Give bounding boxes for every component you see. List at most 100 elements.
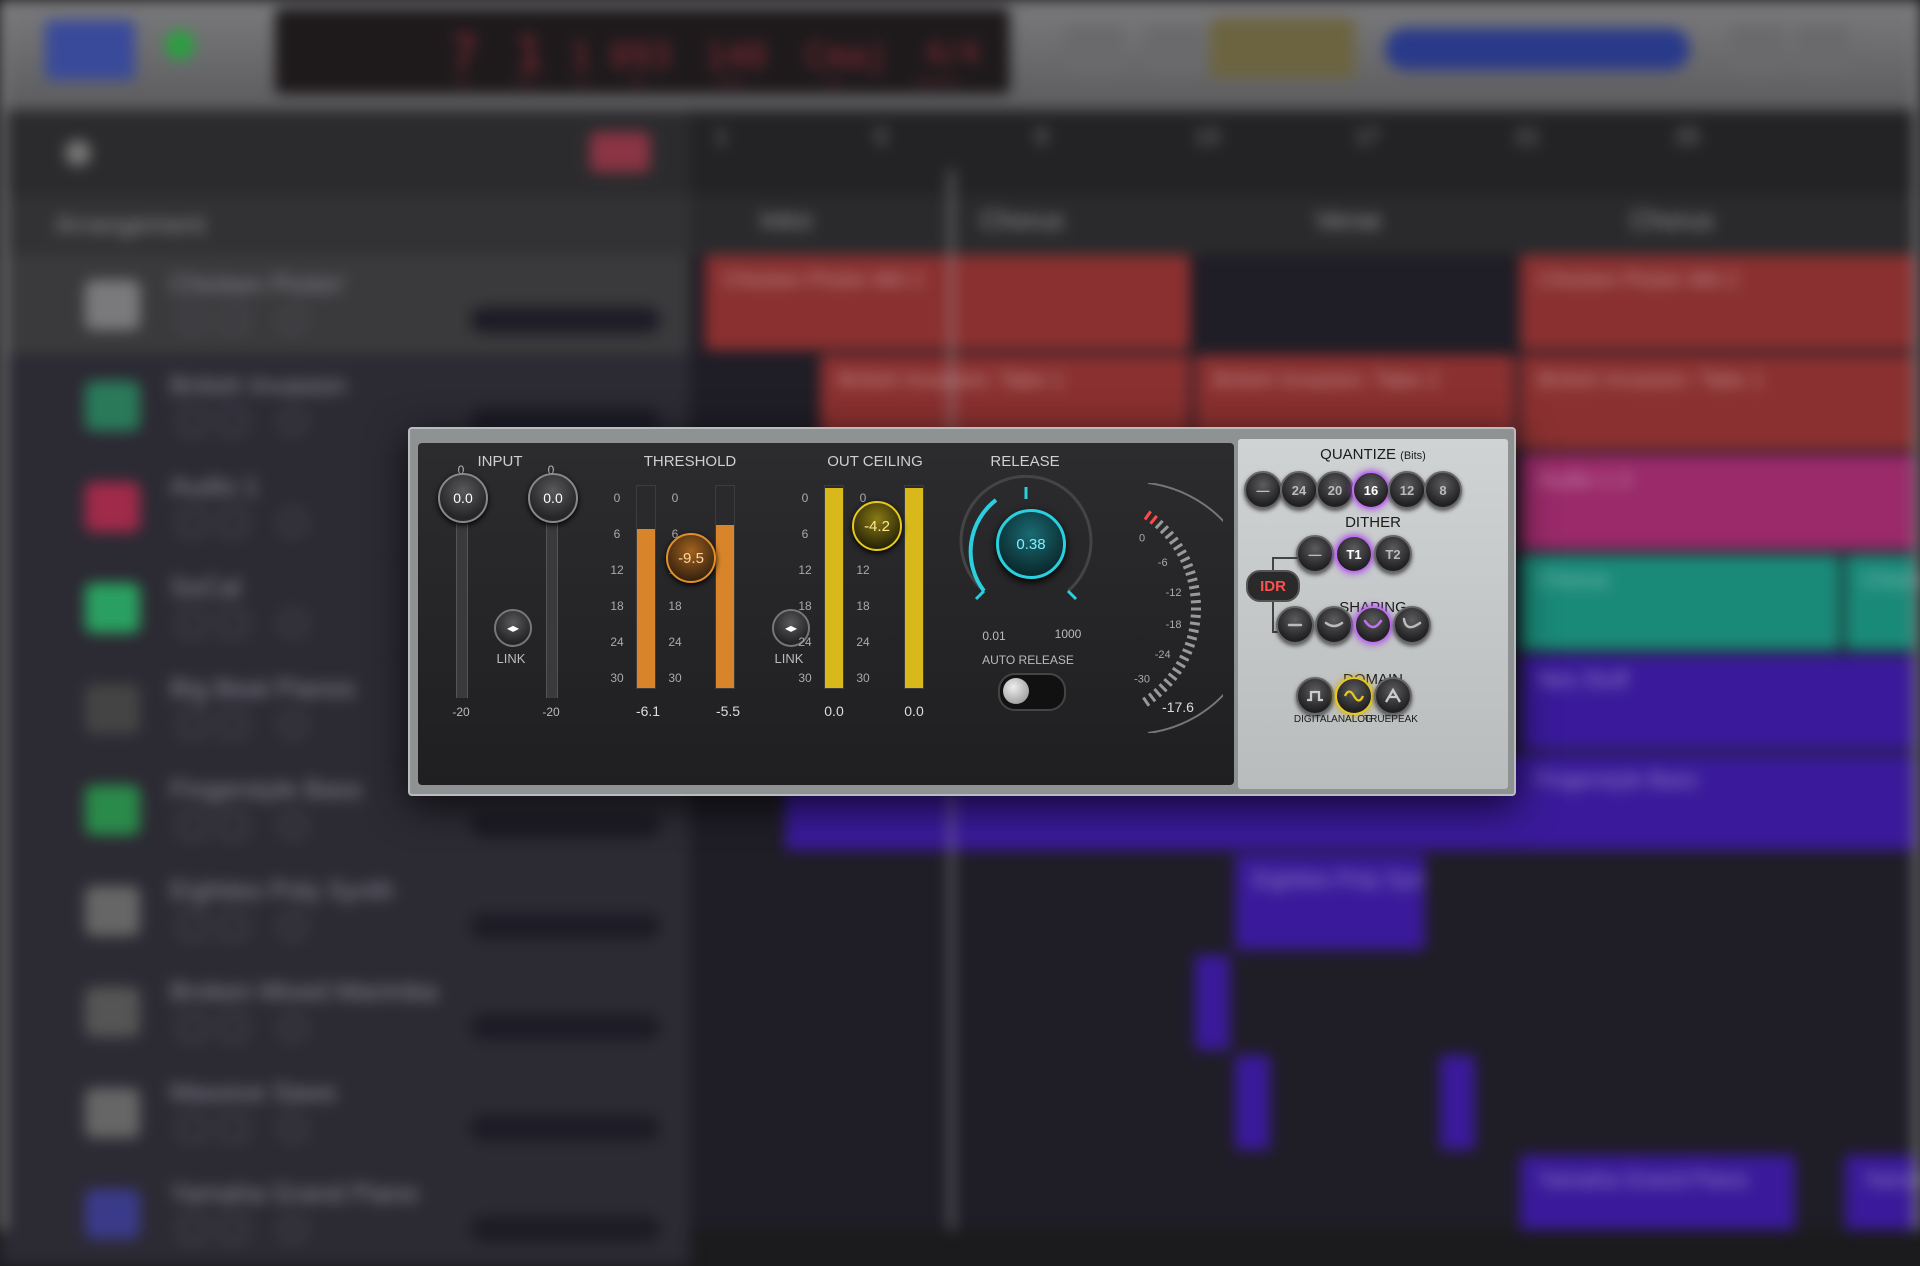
mute-button[interactable]: [180, 1216, 206, 1242]
mute-button[interactable]: [180, 509, 206, 535]
region[interactable]: Nes Stuff: [1520, 655, 1920, 750]
region[interactable]: [1235, 1055, 1270, 1150]
quantize-20-button[interactable]: 20: [1316, 471, 1354, 509]
auto-release-toggle[interactable]: [998, 673, 1066, 711]
notepad-icon[interactable]: [1730, 25, 1785, 75]
record-enable-button[interactable]: [280, 711, 306, 737]
ruler-bar-13: 13: [1195, 124, 1219, 150]
marker-chorus[interactable]: Chorus: [980, 205, 1064, 236]
quantize-off-button[interactable]: —: [1244, 471, 1282, 509]
solo-button[interactable]: [220, 1014, 246, 1040]
marker-intro[interactable]: Intro: [760, 205, 812, 236]
threshold-scale-tick: 6: [606, 527, 628, 541]
track-volume-slider[interactable]: [470, 1115, 660, 1141]
record-enable-button[interactable]: [280, 1216, 306, 1242]
domain-digital-button[interactable]: [1296, 677, 1334, 715]
region[interactable]: Chorus: [1845, 555, 1920, 650]
shaping-high-button[interactable]: [1393, 606, 1431, 644]
solo-button[interactable]: [220, 408, 246, 434]
track-header[interactable]: Broken Mixed Marimba: [0, 962, 690, 1064]
solo-button[interactable]: [220, 509, 246, 535]
track-header[interactable]: Yamaha Grand Piano: [0, 1164, 690, 1266]
track-header[interactable]: Chicken Pickin': [0, 255, 690, 357]
dither-off-button[interactable]: —: [1296, 535, 1334, 573]
input-left-fader[interactable]: 0.0: [438, 473, 488, 523]
play-button[interactable]: [45, 20, 135, 80]
quantize-24-button[interactable]: 24: [1280, 471, 1318, 509]
mute-button[interactable]: [180, 1014, 206, 1040]
marker-verse[interactable]: Verse: [1315, 205, 1382, 236]
mute-button[interactable]: [180, 610, 206, 636]
add-track-icon[interactable]: [65, 140, 91, 166]
track-header[interactable]: Eighties Poly Synth: [0, 861, 690, 963]
track-volume-slider[interactable]: [470, 307, 660, 333]
record-enable-button[interactable]: [280, 307, 306, 333]
region[interactable]: Yamaha Grand Piano: [1520, 1155, 1795, 1230]
mute-button[interactable]: [180, 711, 206, 737]
region[interactable]: Chicken Pickin Wit 2: [1520, 255, 1920, 350]
shaping-medium-button[interactable]: [1354, 606, 1392, 644]
idr-button[interactable]: IDR: [1246, 570, 1300, 602]
track-volume-slider[interactable]: [470, 1014, 660, 1040]
region[interactable]: British Invasion: Take 1: [1520, 355, 1920, 450]
track-volume-slider[interactable]: [470, 812, 660, 838]
domain-truepeak-button[interactable]: [1374, 677, 1412, 715]
mute-button[interactable]: [180, 307, 206, 333]
record-enable-button[interactable]: [280, 913, 306, 939]
input-right-fader[interactable]: 0.0: [528, 473, 578, 523]
region[interactable]: Eighties Poly Syn: [1235, 855, 1425, 950]
record-indicator[interactable]: [165, 30, 195, 60]
dither-t2-button[interactable]: T2: [1374, 535, 1412, 573]
region[interactable]: [1195, 955, 1230, 1050]
input-link-button[interactable]: ◂▸: [494, 609, 532, 647]
marker-chorus-2[interactable]: Chorus: [1630, 205, 1714, 236]
record-enable-button[interactable]: [280, 610, 306, 636]
solo-button[interactable]: [220, 711, 246, 737]
record-enable-button[interactable]: [280, 1014, 306, 1040]
release-knob[interactable]: 0.38: [996, 509, 1066, 579]
ruler[interactable]: 1 5 9 13 17 21 25: [690, 110, 1920, 195]
solo-button[interactable]: [220, 913, 246, 939]
quantize-16-button[interactable]: 16: [1352, 471, 1390, 509]
region[interactable]: Audio 1.3: [1520, 455, 1920, 550]
out-ceiling-scale-tick: 24: [852, 635, 874, 649]
input-left-fader-track[interactable]: [456, 503, 468, 698]
shaping-none-button[interactable]: [1276, 606, 1314, 644]
mute-button[interactable]: [180, 1115, 206, 1141]
mute-button[interactable]: [180, 812, 206, 838]
master-volume-slider[interactable]: [1385, 28, 1690, 70]
solo-button[interactable]: [220, 1115, 246, 1141]
region[interactable]: [1440, 1055, 1475, 1150]
region[interactable]: Chorus: [1520, 555, 1840, 650]
tuner-icon[interactable]: [1065, 25, 1125, 75]
region[interactable]: Yamah: [1845, 1155, 1920, 1230]
out-ceiling-handle[interactable]: -4.2: [852, 501, 902, 551]
threshold-handle[interactable]: -9.5: [666, 533, 716, 583]
input-right-fader-track[interactable]: [546, 503, 558, 698]
solo-button[interactable]: [220, 307, 246, 333]
domain-digital-icon: [1303, 684, 1327, 708]
shaping-low-button[interactable]: [1315, 606, 1353, 644]
dither-t1-button[interactable]: T1: [1335, 535, 1373, 573]
region[interactable]: Chicken Pickin Wit 2: [705, 255, 1190, 350]
count-in-button[interactable]: [1210, 18, 1355, 78]
track-header[interactable]: Massive Saws: [0, 1063, 690, 1165]
quantize-12-button[interactable]: 12: [1388, 471, 1426, 509]
quantize-8-button[interactable]: 8: [1424, 471, 1462, 509]
smart-controls-icon[interactable]: [590, 132, 650, 172]
record-enable-button[interactable]: [280, 408, 306, 434]
record-enable-button[interactable]: [280, 1115, 306, 1141]
solo-button[interactable]: [220, 1216, 246, 1242]
solo-button[interactable]: [220, 610, 246, 636]
gain-reduction-value: -17.6: [1153, 699, 1203, 715]
record-enable-button[interactable]: [280, 509, 306, 535]
solo-button[interactable]: [220, 812, 246, 838]
record-enable-button[interactable]: [280, 812, 306, 838]
mute-button[interactable]: [180, 408, 206, 434]
loop-browser-icon[interactable]: [1795, 25, 1850, 75]
track-volume-slider[interactable]: [470, 1216, 660, 1242]
mute-button[interactable]: [180, 913, 206, 939]
track-volume-slider[interactable]: [470, 913, 660, 939]
domain-analog-button[interactable]: [1335, 677, 1373, 715]
pencil-icon[interactable]: [1145, 25, 1205, 75]
